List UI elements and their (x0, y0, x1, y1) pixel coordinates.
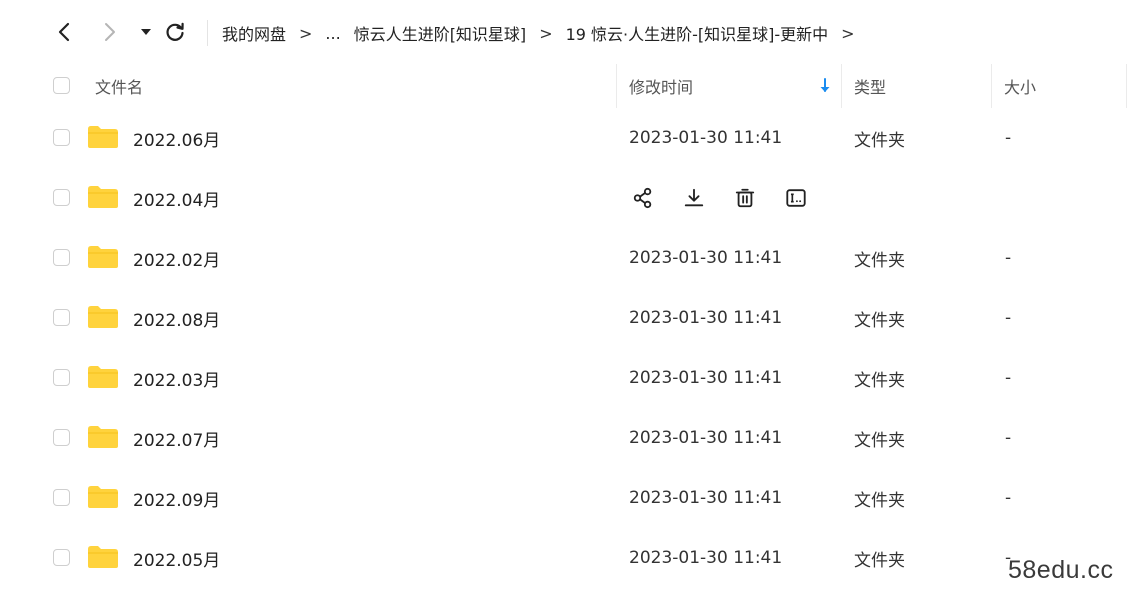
row-checkbox[interactable] (53, 429, 70, 446)
file-modified-time: 2023-01-30 11:41 (629, 548, 783, 568)
chevron-left-icon (58, 22, 70, 42)
column-divider[interactable] (1126, 64, 1127, 108)
file-modified-time: 2023-01-30 11:41 (629, 308, 783, 328)
column-divider[interactable] (616, 64, 617, 108)
column-header-modified[interactable]: 修改时间 (629, 64, 693, 108)
breadcrumb: 我的网盘 > ... 惊云人生进阶[知识星球] > 19 惊云·人生进阶-[知识… (222, 20, 868, 46)
folder-icon (87, 485, 119, 509)
row-checkbox[interactable] (53, 249, 70, 266)
column-header-name[interactable]: 文件名 (95, 64, 143, 108)
row-checkbox[interactable] (53, 129, 70, 146)
rename-button[interactable]: rename-icon (782, 184, 810, 212)
file-type: 文件夹 (854, 130, 905, 151)
file-name[interactable]: 2022.06月 (133, 108, 220, 168)
folder-icon (87, 305, 119, 329)
file-row[interactable]: 2022.03月 2023-01-30 11:41 文件夹 - (0, 348, 1134, 408)
file-list-header: 文件名 修改时间 类型 大小 (0, 64, 1134, 108)
folder-icon (87, 545, 119, 569)
toolbar: 我的网盘 > ... 惊云人生进阶[知识星球] > 19 惊云·人生进阶-[知识… (0, 0, 1134, 64)
file-name[interactable]: 2022.05月 (133, 528, 220, 588)
breadcrumb-item-current[interactable]: 19 惊云·人生进阶-[知识星球]-更新中 (566, 21, 829, 45)
column-divider[interactable] (991, 64, 992, 108)
column-divider[interactable] (841, 64, 842, 108)
row-checkbox[interactable] (53, 489, 70, 506)
file-row[interactable]: 2022.07月 2023-01-30 11:41 文件夹 - (0, 408, 1134, 468)
breadcrumb-item-parent[interactable]: 惊云人生进阶[知识星球] (354, 21, 527, 45)
file-name[interactable]: 2022.02月 (133, 228, 220, 288)
row-checkbox[interactable] (53, 189, 70, 206)
row-actions: share-icon download-icon delete-icon rename… (629, 184, 833, 212)
row-checkbox[interactable] (53, 549, 70, 566)
back-button[interactable] (49, 16, 79, 48)
file-name[interactable]: 2022.03月 (133, 348, 220, 408)
delete-button[interactable]: delete-icon (731, 184, 759, 212)
file-size: - (1005, 488, 1012, 508)
column-header-size[interactable]: 大小 (1004, 64, 1036, 108)
refresh-button[interactable] (160, 16, 190, 48)
file-type: 文件夹 (854, 370, 905, 391)
breadcrumb-separator: > (539, 23, 553, 43)
file-modified-time: 2023-01-30 11:41 (629, 248, 783, 268)
chevron-right-icon (105, 23, 115, 41)
file-type: 文件夹 (854, 550, 905, 571)
file-modified-time: 2023-01-30 11:41 (629, 428, 783, 448)
file-row[interactable]: 2022.02月 2023-01-30 11:41 文件夹 - (0, 228, 1134, 288)
folder-icon (87, 125, 119, 149)
file-type: 文件夹 (854, 490, 905, 511)
file-row[interactable]: 2022.08月 2023-01-30 11:41 文件夹 - (0, 288, 1134, 348)
select-all-checkbox[interactable] (53, 77, 70, 94)
breadcrumb-separator: > (841, 23, 855, 43)
sort-down-arrow-icon[interactable] (818, 77, 832, 95)
file-size: - (1005, 428, 1012, 448)
forward-button[interactable] (95, 16, 125, 48)
folder-icon (87, 425, 119, 449)
row-checkbox[interactable] (53, 369, 70, 386)
file-size: - (1005, 128, 1012, 148)
file-type: 文件夹 (854, 310, 905, 331)
file-modified-time: 2023-01-30 11:41 (629, 368, 783, 388)
file-row[interactable]: 2022.06月 2023-01-30 11:41 文件夹 - (0, 108, 1134, 168)
file-row[interactable]: 2022.05月 2023-01-30 11:41 文件夹 - (0, 528, 1134, 588)
watermark-text: 58edu.cc (1008, 556, 1114, 584)
share-button[interactable]: share-icon (629, 184, 657, 212)
file-name[interactable]: 2022.09月 (133, 468, 220, 528)
file-name[interactable]: 2022.04月 (133, 168, 220, 228)
file-type: 文件夹 (854, 250, 905, 271)
file-modified-time: 2023-01-30 11:41 (629, 488, 783, 508)
caret-down-icon (141, 29, 151, 35)
folder-icon (87, 245, 119, 269)
history-dropdown-button[interactable] (131, 16, 161, 48)
breadcrumb-separator: > (299, 23, 313, 43)
file-size: - (1005, 248, 1012, 268)
file-type: 文件夹 (854, 430, 905, 451)
file-modified-time: 2023-01-30 11:41 (629, 128, 783, 148)
file-name[interactable]: 2022.07月 (133, 408, 220, 468)
row-checkbox[interactable] (53, 309, 70, 326)
toolbar-divider (207, 20, 208, 46)
folder-icon (87, 185, 119, 209)
download-button[interactable]: download-icon (680, 184, 708, 212)
folder-icon (87, 365, 119, 389)
file-row[interactable]: 2022.04月 share-icon download-icon delete-ic… (0, 168, 1134, 228)
breadcrumb-item-root[interactable]: 我的网盘 (222, 21, 286, 45)
column-header-type[interactable]: 类型 (854, 64, 886, 108)
file-size: - (1005, 308, 1012, 328)
file-name[interactable]: 2022.08月 (133, 288, 220, 348)
refresh-icon (166, 22, 184, 41)
file-row[interactable]: 2022.09月 2023-01-30 11:41 文件夹 - (0, 468, 1134, 528)
file-size: - (1005, 368, 1012, 388)
breadcrumb-item-ellipsis[interactable]: ... (325, 24, 340, 43)
